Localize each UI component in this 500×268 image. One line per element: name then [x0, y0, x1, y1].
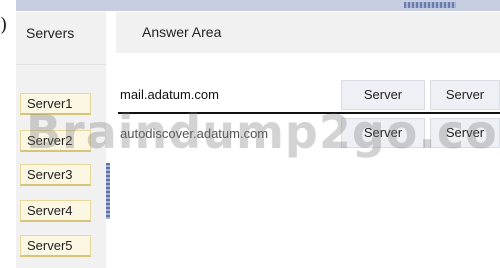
- server-tile-4[interactable]: Server4: [20, 200, 91, 222]
- drop-slot-row-1-b[interactable]: Server: [430, 80, 500, 110]
- server-tile-2[interactable]: Server2: [20, 130, 91, 152]
- host-label-row-1: mail.adatum.com: [120, 87, 219, 102]
- drop-slot-row-1-a[interactable]: Server: [341, 80, 425, 110]
- host-label-row-2: autodiscover.adatum.com: [120, 126, 269, 141]
- row-divider: [118, 112, 500, 114]
- left-margin-glyph: ): [0, 14, 8, 36]
- drag-drop-question: ) Servers Server1 Server2 Server3 Server…: [0, 0, 500, 268]
- servers-panel-header: Servers: [16, 12, 106, 65]
- servers-panel: Servers Server1 Server2 Server3 Server4 …: [16, 12, 106, 268]
- drop-slot-row-2-a[interactable]: Server: [341, 118, 425, 148]
- servers-panel-title: Servers: [26, 25, 75, 41]
- servers-panel-scrollbar[interactable]: [106, 163, 110, 219]
- top-scrollbar-thumb[interactable]: [404, 2, 456, 8]
- server-tile-5[interactable]: Server5: [20, 235, 91, 257]
- answer-area-title: Answer Area: [142, 24, 222, 40]
- top-scrollbar[interactable]: [16, 0, 500, 11]
- server-tile-1[interactable]: Server1: [20, 93, 91, 115]
- answer-area-header: Answer Area: [116, 12, 500, 53]
- server-tile-3[interactable]: Server3: [20, 164, 91, 186]
- drop-slot-row-2-b[interactable]: Server: [430, 118, 500, 148]
